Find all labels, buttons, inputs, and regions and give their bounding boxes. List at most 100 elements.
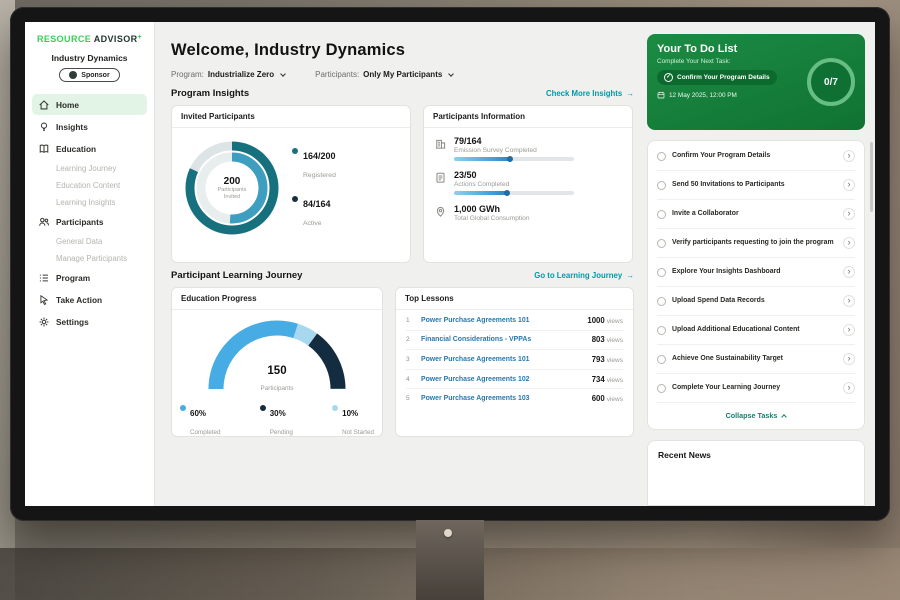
sidebar-item-settings[interactable]: Settings: [32, 311, 147, 332]
sidebar-item-education-content[interactable]: Education Content: [32, 177, 147, 193]
lesson-link[interactable]: Power Purchase Agreements 101: [421, 317, 580, 324]
lesson-row[interactable]: 4 Power Purchase Agreements 102 734views: [406, 370, 623, 390]
stat-global-consumption: 1,000 GWh Total Global Consumption: [434, 204, 622, 225]
stat-label: Total Global Consumption: [454, 215, 530, 222]
todo-task[interactable]: Upload Spend Data Records ›: [657, 287, 855, 316]
sidebar-subitem-label: General Data: [56, 237, 102, 246]
chevron-right-icon[interactable]: ›: [843, 150, 855, 162]
legend-label: Registered: [303, 172, 336, 179]
lesson-link[interactable]: Power Purchase Agreements 102: [421, 376, 585, 383]
chevron-right-icon[interactable]: ›: [843, 208, 855, 220]
lesson-row[interactable]: 5 Power Purchase Agreements 103 600views: [406, 389, 623, 408]
education-progress-card: Education Progress 150 Participants: [171, 287, 383, 437]
stat-value: 79/164: [454, 136, 574, 146]
todo-task[interactable]: Achieve One Sustainability Target ›: [657, 345, 855, 374]
lesson-views-word: views: [607, 377, 623, 384]
todo-task[interactable]: Complete Your Learning Journey ›: [657, 374, 855, 403]
lesson-link[interactable]: Financial Considerations - VPPAs: [421, 336, 585, 343]
task-checkbox[interactable]: [657, 181, 666, 190]
sidebar-item-home[interactable]: Home: [32, 94, 147, 115]
todo-task[interactable]: Send 50 Invitations to Participants ›: [657, 171, 855, 200]
sidebar-item-education[interactable]: Education: [32, 138, 147, 159]
stat-value: 1,000 GWh: [454, 204, 530, 214]
lesson-link[interactable]: Power Purchase Agreements 103: [421, 395, 585, 402]
sidebar-item-participants[interactable]: Participants: [32, 211, 147, 232]
next-task-pill[interactable]: ✓ Confirm Your Program Details: [657, 70, 777, 85]
logo-resource: RESOURCE: [37, 34, 91, 44]
list-icon: [38, 272, 50, 284]
chevron-right-icon[interactable]: ›: [843, 353, 855, 365]
link-label: Check More Insights: [546, 89, 622, 98]
chevron-right-icon[interactable]: ›: [843, 382, 855, 394]
sidebar-item-manage-participants[interactable]: Manage Participants: [32, 250, 147, 266]
todo-task[interactable]: Explore Your Insights Dashboard ›: [657, 258, 855, 287]
lesson-row[interactable]: 2 Financial Considerations - VPPAs 803vi…: [406, 331, 623, 351]
sidebar-item-label: Settings: [56, 317, 89, 327]
card-title: Participants Information: [424, 106, 632, 128]
task-checkbox[interactable]: [657, 326, 666, 335]
sidebar-item-insights[interactable]: Insights: [32, 116, 147, 137]
sidebar-item-learning-journey[interactable]: Learning Journey: [32, 160, 147, 176]
todo-task[interactable]: Upload Additional Educational Content ›: [657, 316, 855, 345]
lesson-link[interactable]: Power Purchase Agreements 101: [421, 356, 585, 363]
go-to-learning-journey-link[interactable]: Go to Learning Journey →: [534, 271, 634, 280]
todo-task[interactable]: Verify participants requesting to join t…: [657, 229, 855, 258]
todo-column: Your To Do List Complete Your Next Task:…: [647, 22, 875, 506]
participants-information-card: Participants Information 79/164 Emission…: [423, 105, 633, 263]
sidebar-item-label: Education: [56, 144, 96, 154]
due-date-text: 12 May 2025, 12:00 PM: [669, 92, 737, 99]
stat-actions-completed: 23/50 Actions Completed: [434, 170, 622, 195]
chevron-right-icon[interactable]: ›: [843, 295, 855, 307]
program-filter-dropdown[interactable]: Program: Industrialize Zero: [171, 70, 285, 79]
participants-filter-dropdown[interactable]: Participants: Only My Participants: [315, 70, 453, 79]
chevron-right-icon[interactable]: ›: [843, 266, 855, 278]
todo-summary-card: Your To Do List Complete Your Next Task:…: [647, 34, 865, 130]
legend-dot: [332, 405, 338, 411]
recent-news-card: Recent News: [647, 440, 865, 506]
logo-advisor: ADVISOR: [94, 34, 138, 44]
task-label: Explore Your Insights Dashboard: [672, 267, 837, 276]
task-checkbox[interactable]: [657, 384, 666, 393]
check-icon: ✓: [664, 73, 673, 82]
task-checkbox[interactable]: [657, 355, 666, 364]
stat-label: Emission Survey Completed: [454, 147, 574, 154]
sidebar-item-take-action[interactable]: Take Action: [32, 289, 147, 310]
lesson-views-count: 793: [592, 355, 605, 364]
sidebar-item-general-data[interactable]: General Data: [32, 233, 147, 249]
scrollbar-thumb[interactable]: [870, 142, 873, 212]
lesson-row[interactable]: 3 Power Purchase Agreements 101 793views: [406, 350, 623, 370]
stand-button: [444, 529, 452, 537]
todo-task[interactable]: Confirm Your Program Details ›: [657, 142, 855, 171]
link-label: Go to Learning Journey: [534, 271, 622, 280]
collapse-tasks-button[interactable]: Collapse Tasks: [657, 403, 855, 428]
legend-item-pending: 30% Pending: [260, 403, 293, 437]
check-more-insights-link[interactable]: Check More Insights →: [546, 89, 634, 98]
task-checkbox[interactable]: [657, 239, 666, 248]
legend-dot: [260, 405, 266, 411]
task-checkbox[interactable]: [657, 152, 666, 161]
sidebar-item-label: Take Action: [56, 295, 102, 305]
program-filter-label: Program:: [171, 70, 204, 79]
chevron-right-icon[interactable]: ›: [843, 179, 855, 191]
sidebar-item-label: Insights: [56, 122, 88, 132]
chevron-right-icon[interactable]: ›: [843, 237, 855, 249]
legend-label: Not Started: [342, 429, 374, 436]
gauge-center-value: 150: [202, 365, 352, 377]
lightbulb-icon: [38, 121, 50, 133]
sponsor-badge[interactable]: Sponsor: [59, 68, 119, 82]
task-checkbox[interactable]: [657, 297, 666, 306]
sidebar-item-learning-insights[interactable]: Learning Insights: [32, 194, 147, 210]
learning-journey-header: Participant Learning Journey Go to Learn…: [171, 270, 634, 281]
lesson-row[interactable]: 1 Power Purchase Agreements 101 1000view…: [406, 311, 623, 331]
sidebar-item-program[interactable]: Program: [32, 267, 147, 288]
sponsor-avatar-icon: [69, 71, 77, 79]
donut-center-value: 200: [224, 176, 241, 187]
legend-dot: [292, 148, 298, 154]
chevron-right-icon[interactable]: ›: [843, 324, 855, 336]
sidebar-item-label: Program: [56, 273, 90, 283]
home-icon: [38, 99, 50, 111]
task-checkbox[interactable]: [657, 210, 666, 219]
todo-task[interactable]: Invite a Collaborator ›: [657, 200, 855, 229]
actions-progress-bar: [454, 191, 574, 195]
task-checkbox[interactable]: [657, 268, 666, 277]
